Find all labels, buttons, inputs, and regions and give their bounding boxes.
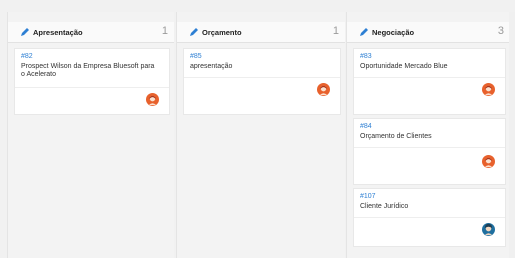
column-card-count: 1 xyxy=(332,25,339,37)
card-id-link[interactable]: #84 xyxy=(360,123,372,130)
column-title: Negociação xyxy=(372,27,415,37)
column-card-count: 1 xyxy=(161,25,168,37)
card-divider xyxy=(354,147,505,148)
column-apresentacao: Apresentação 1 #82 Prospect Wilson da Em… xyxy=(7,12,174,258)
kanban-board: Apresentação 1 #82 Prospect Wilson da Em… xyxy=(0,0,515,258)
card-id-link[interactable]: #85 xyxy=(190,53,202,60)
column-title: Apresentação xyxy=(33,27,83,37)
card[interactable]: #82 Prospect Wilson da Empresa Bluesoft … xyxy=(14,48,170,115)
column-header[interactable]: Orçamento 1 xyxy=(177,22,345,43)
card[interactable]: #83 Oportunidade Mercado Blue xyxy=(353,48,506,115)
card[interactable]: #107 Cliente Jurídico xyxy=(353,188,506,247)
card[interactable]: #85 apresentação xyxy=(183,48,341,115)
female-avatar-icon[interactable] xyxy=(482,155,495,168)
pencil-icon[interactable] xyxy=(20,27,30,37)
card-description: Prospect Wilson da Empresa Bluesoft para… xyxy=(21,63,155,78)
card-description: Cliente Jurídico xyxy=(360,203,409,210)
card-divider xyxy=(354,217,505,218)
female-avatar-icon[interactable] xyxy=(317,83,330,96)
column-negociacao: Negociação 3 #83 Oportunidade Mercado Bl… xyxy=(346,12,510,258)
card-description: apresentação xyxy=(190,63,233,70)
column-card-count: 3 xyxy=(497,25,504,37)
card-divider xyxy=(15,87,169,88)
card-description: Orçamento de Clientes xyxy=(360,133,432,140)
pencil-icon[interactable] xyxy=(189,27,199,37)
female-avatar-icon[interactable] xyxy=(146,93,159,106)
column-title: Orçamento xyxy=(202,27,242,37)
card-description: Oportunidade Mercado Blue xyxy=(360,63,448,70)
card-id-link[interactable]: #83 xyxy=(360,53,372,60)
card-divider xyxy=(184,77,340,78)
column-header[interactable]: Apresentação 1 xyxy=(8,22,174,43)
column-orcamento: Orçamento 1 #85 apresentação xyxy=(176,12,345,258)
male-avatar-icon[interactable] xyxy=(482,223,495,236)
pencil-icon[interactable] xyxy=(359,27,369,37)
vertical-scrollbar[interactable] xyxy=(509,12,515,258)
card-id-link[interactable]: #82 xyxy=(21,53,33,60)
female-avatar-icon[interactable] xyxy=(482,83,495,96)
card[interactable]: #84 Orçamento de Clientes xyxy=(353,118,506,185)
card-id-link[interactable]: #107 xyxy=(360,193,376,200)
card-divider xyxy=(354,77,505,78)
column-header[interactable]: Negociação 3 xyxy=(347,22,510,43)
